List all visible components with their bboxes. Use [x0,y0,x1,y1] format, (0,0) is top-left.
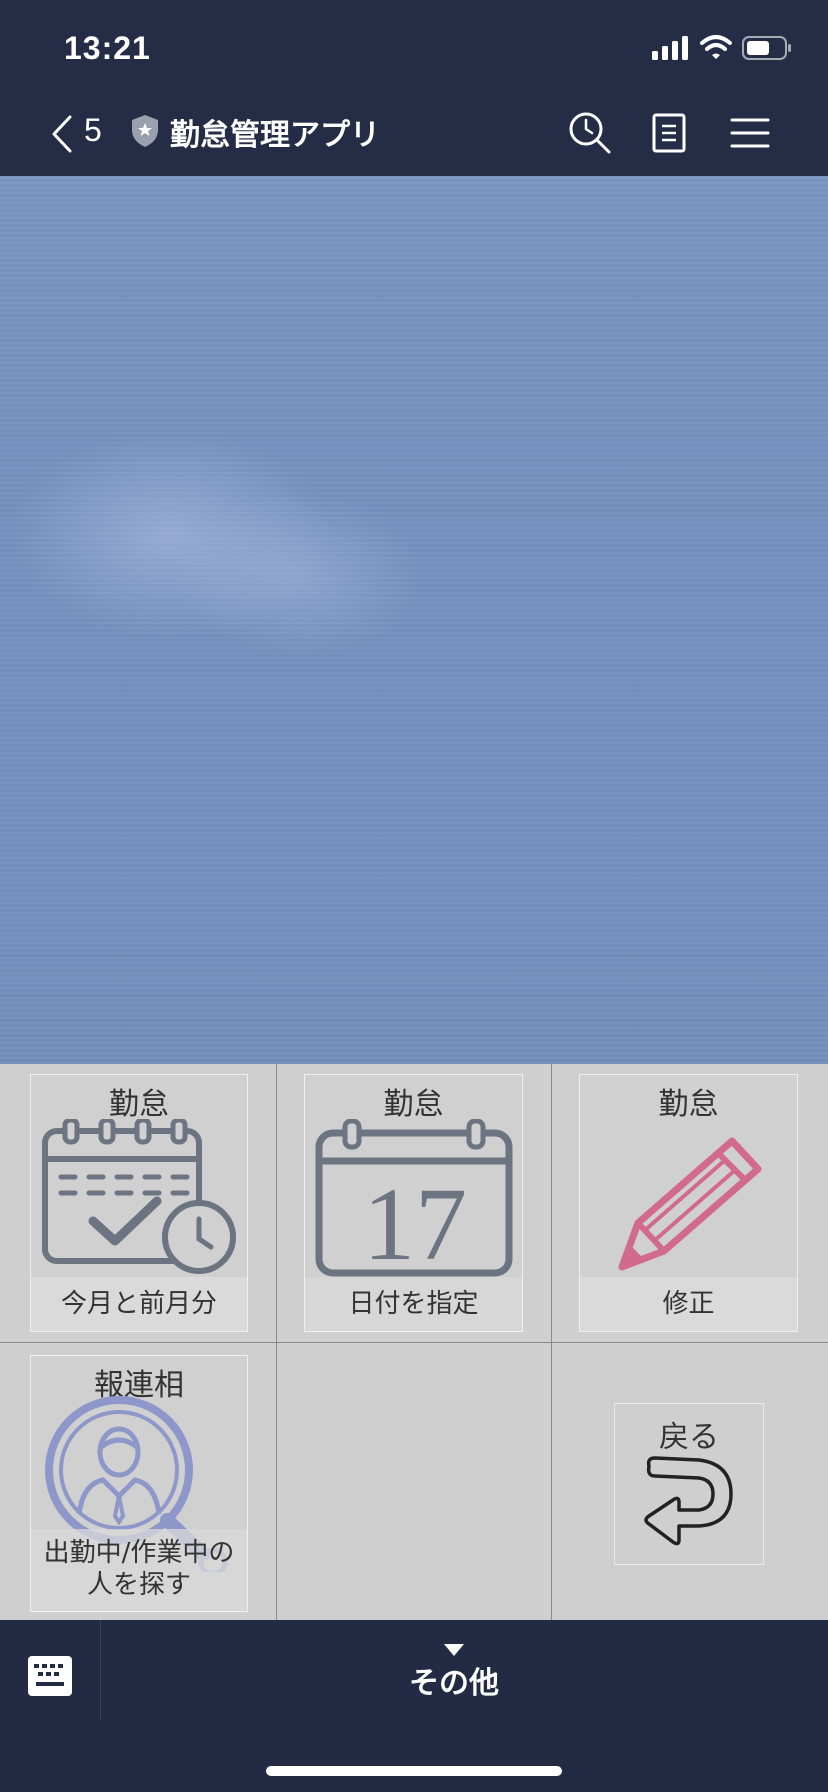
chat-background [0,176,828,1064]
status-bar: 13:21 [0,0,828,90]
caret-down-icon [444,1644,464,1656]
rich-menu-toggle-label: その他 [409,1666,499,1701]
bottom-bar: その他 [0,1620,828,1792]
unread-count: 5 [84,112,102,148]
tile-label: 日付を指定 [305,1277,522,1331]
menu-icon[interactable] [725,108,775,158]
status-time: 13:21 [64,30,151,66]
tile-label: 修正 [580,1277,797,1331]
return-button[interactable]: 戻る [614,1403,764,1565]
notes-icon[interactable] [644,108,694,158]
rich-menu-toggle[interactable]: その他 [360,1642,548,1712]
battery-icon [742,36,791,60]
calendar-check-icon [42,1119,236,1274]
return-arrow-icon [644,1456,733,1546]
search-icon[interactable] [565,108,615,158]
attendance-correction-button[interactable]: 勤怠 修正 [579,1074,798,1332]
tile-header: 戻る [659,1420,719,1455]
home-indicator[interactable] [266,1766,562,1776]
calendar-date-number: 17 [363,1167,467,1277]
attendance-this-last-month-button[interactable]: 勤怠 今月と前月分 [30,1074,248,1332]
bottom-divider [100,1620,101,1720]
menu-divider [0,1342,828,1343]
tile-header: 勤怠 [383,1087,444,1122]
tile-label: 出勤中/作業中の 人を探す [31,1529,247,1611]
calendar-date-icon: 17 [315,1119,513,1277]
tile-label: 今月と前月分 [31,1277,247,1331]
tile-label-line: 出勤中/作業中の [43,1538,235,1568]
nav-bar: 5 勤怠管理アプリ [0,90,828,176]
chevron-left-icon [52,115,72,153]
tile-header: 勤怠 [109,1087,169,1122]
wifi-icon [700,35,732,59]
find-working-people-button[interactable]: 報連相 出勤中/作業中の 人を探す [30,1355,248,1612]
attendance-specify-date-button[interactable]: 勤怠 17 日付を指定 [304,1074,523,1332]
tile-header: 勤怠 [658,1087,719,1122]
tile-label-line: 人を探す [86,1570,191,1600]
official-account-badge-icon [132,115,158,147]
cellular-signal-icon [652,36,688,60]
pencil-icon [618,1137,762,1271]
back-button[interactable]: 5 [44,108,108,158]
chat-title: 勤怠管理アプリ [170,118,380,153]
keyboard-icon[interactable] [28,1656,72,1696]
